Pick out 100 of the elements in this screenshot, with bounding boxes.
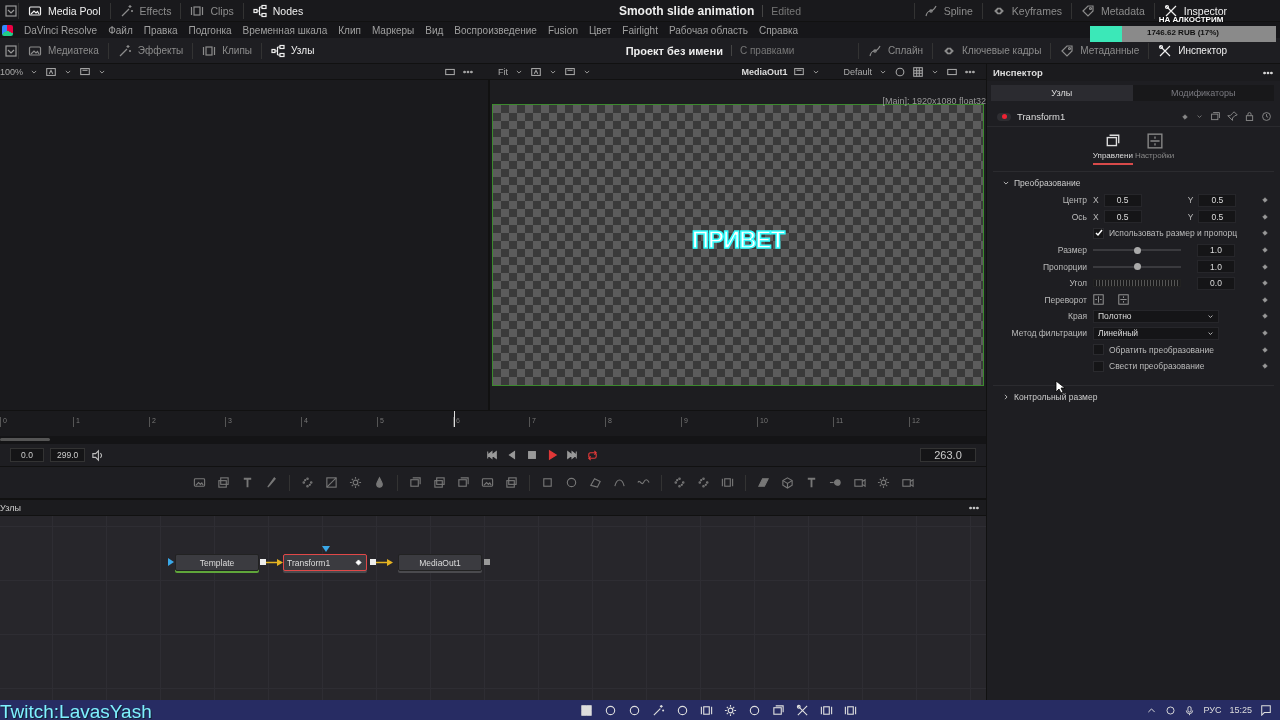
panel-toggle-icon[interactable] bbox=[4, 3, 18, 18]
dropdown[interactable]: Линейный bbox=[1093, 326, 1219, 340]
layers-icon[interactable] bbox=[504, 476, 518, 489]
pin-icon[interactable] bbox=[1227, 111, 1238, 122]
reset-icon[interactable] bbox=[1261, 111, 1272, 122]
number-field[interactable]: 0.0 bbox=[1197, 276, 1235, 290]
panel-button[interactable]: Effects bbox=[109, 2, 181, 19]
clock[interactable]: 15:25 bbox=[1229, 705, 1252, 715]
text-box-icon[interactable] bbox=[530, 65, 542, 78]
cube-icon[interactable] bbox=[780, 476, 794, 489]
panel-button[interactable]: Metadata bbox=[1071, 2, 1154, 19]
menu-item[interactable]: Цвет bbox=[588, 24, 612, 36]
menu-item[interactable]: Воспроизведение bbox=[454, 24, 537, 36]
loop-icon[interactable] bbox=[585, 448, 599, 462]
panel-button[interactable]: Spline bbox=[913, 2, 982, 19]
current-time-field[interactable]: 263.0 bbox=[920, 448, 976, 462]
panel-button[interactable]: Медиатека bbox=[18, 42, 108, 59]
image-icon[interactable] bbox=[480, 476, 494, 489]
checkbox[interactable] bbox=[1093, 228, 1104, 239]
language-indicator[interactable]: РУС bbox=[1203, 705, 1222, 715]
curve-icon[interactable] bbox=[612, 476, 626, 489]
speaker-icon[interactable] bbox=[91, 448, 105, 462]
panel-button[interactable]: Сплайн bbox=[857, 42, 933, 59]
chat-icon[interactable] bbox=[1260, 704, 1272, 716]
panel-button[interactable]: Media Pool bbox=[18, 2, 110, 19]
sun-icon[interactable] bbox=[876, 476, 890, 489]
node[interactable]: MediaOut1 bbox=[398, 554, 482, 571]
menu-item[interactable]: Рабочая область bbox=[668, 24, 748, 36]
sun-icon[interactable] bbox=[348, 476, 362, 489]
menu-item[interactable]: DaVinci Resolve bbox=[24, 24, 98, 36]
menu-item[interactable]: Подгонка bbox=[188, 24, 232, 36]
tab[interactable]: Настройки bbox=[1134, 131, 1175, 165]
layers-icon[interactable] bbox=[216, 476, 230, 489]
node[interactable]: Template bbox=[175, 554, 259, 571]
number-field[interactable]: 0.5 bbox=[1198, 193, 1237, 207]
node[interactable]: Transform1 bbox=[283, 554, 367, 571]
skip-to-end-icon[interactable] bbox=[565, 448, 578, 461]
layers-icon[interactable] bbox=[456, 476, 470, 489]
menu-item[interactable]: Вид bbox=[425, 24, 444, 36]
menu-item[interactable]: Файл bbox=[108, 24, 133, 36]
menu-item[interactable]: Клип bbox=[338, 24, 361, 36]
menu-item[interactable]: Fusion bbox=[547, 24, 578, 36]
panel-button[interactable]: Узлы bbox=[261, 42, 324, 59]
gradient-icon[interactable] bbox=[324, 476, 338, 489]
end-time-field[interactable]: 299.0 bbox=[50, 448, 86, 462]
dots-icon[interactable] bbox=[300, 476, 314, 489]
number-field[interactable]: 0.5 bbox=[1103, 193, 1142, 207]
lock-icon[interactable] bbox=[1244, 111, 1255, 122]
panel-button[interactable]: Эффекты bbox=[107, 42, 193, 59]
lut-dropdown[interactable]: Default bbox=[843, 66, 872, 77]
toggle-switch[interactable] bbox=[997, 112, 1011, 121]
panel-button[interactable]: Nodes bbox=[242, 2, 313, 19]
circle-icon[interactable] bbox=[564, 476, 578, 489]
tab[interactable]: Управлени bbox=[1092, 131, 1133, 165]
number-field[interactable]: 1.0 bbox=[1197, 260, 1235, 274]
menu-item[interactable]: Временная шкала bbox=[242, 24, 328, 36]
menu-item[interactable]: Правка bbox=[143, 24, 178, 36]
text-box-icon[interactable] bbox=[45, 65, 58, 78]
image-icon[interactable] bbox=[192, 476, 206, 489]
layers-icon[interactable] bbox=[408, 476, 422, 489]
panel-toggle-icon[interactable] bbox=[4, 43, 18, 58]
number-field[interactable]: 0.5 bbox=[1198, 210, 1237, 224]
flip-vertical-icon[interactable] bbox=[1118, 294, 1129, 306]
grid-icon[interactable] bbox=[912, 65, 924, 78]
menu-item[interactable]: Fairlight bbox=[622, 24, 658, 36]
scrollbar[interactable] bbox=[0, 438, 50, 441]
number-field[interactable]: 1.0 bbox=[1197, 243, 1235, 257]
stop-icon[interactable] bbox=[525, 448, 538, 461]
monitor-icon[interactable] bbox=[79, 65, 92, 78]
monitor-icon[interactable] bbox=[564, 65, 576, 78]
panel-button[interactable]: Clips bbox=[180, 2, 243, 19]
fit-dropdown[interactable]: Fit bbox=[498, 66, 508, 77]
panel-button[interactable]: Клипы bbox=[192, 42, 262, 59]
slider-thumb[interactable] bbox=[1133, 263, 1141, 271]
panel-button[interactable]: Ключевые кадры bbox=[932, 42, 1051, 59]
color-wheel-icon[interactable] bbox=[894, 65, 906, 78]
copy-icon[interactable] bbox=[1210, 111, 1221, 122]
skip-to-start-icon[interactable] bbox=[485, 448, 498, 461]
shape-icon[interactable] bbox=[756, 476, 770, 489]
polygon-icon[interactable] bbox=[588, 476, 602, 489]
dots-icon[interactable] bbox=[672, 476, 686, 489]
dots-icon[interactable] bbox=[696, 476, 710, 489]
brush-icon[interactable] bbox=[264, 476, 278, 489]
number-field[interactable]: 0.5 bbox=[1103, 210, 1142, 224]
slider-thumb[interactable] bbox=[1133, 246, 1141, 254]
section-header[interactable]: Контрольный размер bbox=[993, 389, 1274, 404]
section-header[interactable]: Преобразование bbox=[993, 176, 1274, 190]
panel-button[interactable]: Keyframes bbox=[981, 2, 1071, 19]
flip-horizontal-icon[interactable] bbox=[1093, 294, 1104, 306]
zoom-dropdown[interactable]: 100% bbox=[0, 66, 24, 77]
tab[interactable]: Узлы bbox=[991, 85, 1133, 101]
filmstrip-icon[interactable] bbox=[720, 476, 734, 489]
menu-item[interactable]: Справка bbox=[758, 24, 799, 36]
menu-item[interactable]: Маркеры bbox=[371, 24, 415, 36]
dropdown[interactable]: Полотно bbox=[1093, 309, 1219, 323]
layers-icon[interactable] bbox=[432, 476, 446, 489]
microphone-icon[interactable] bbox=[1184, 704, 1196, 716]
monitor-icon[interactable] bbox=[793, 65, 806, 78]
light-icon[interactable] bbox=[828, 476, 842, 489]
start-time-field[interactable]: 0.0 bbox=[10, 448, 44, 462]
